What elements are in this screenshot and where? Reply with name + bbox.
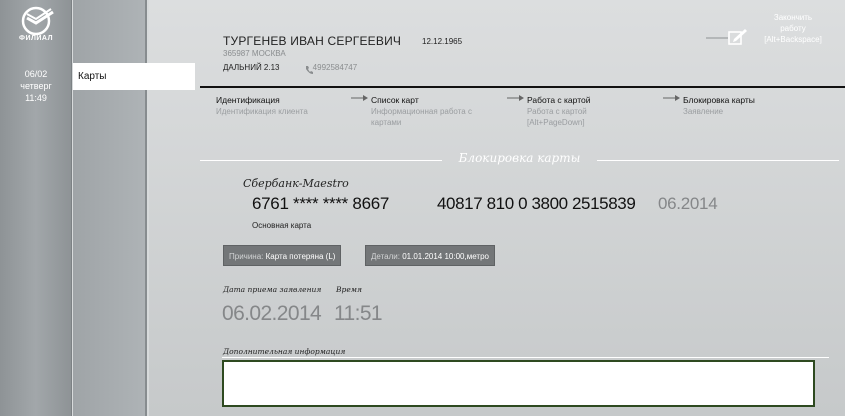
finish-work-button[interactable]: Закончить работу [Alt+Backspace] bbox=[758, 12, 828, 45]
application-time-label: Время bbox=[336, 285, 362, 294]
reason-label: Причина: bbox=[229, 252, 264, 261]
card-expiry: 06.2014 bbox=[658, 194, 718, 213]
step-title: Работа с картой bbox=[527, 95, 591, 105]
section-title: Блокировка карты bbox=[458, 151, 581, 165]
section-divider-right bbox=[597, 160, 839, 161]
details-label: Детали: bbox=[371, 252, 400, 261]
section-divider-left bbox=[200, 160, 442, 161]
step-subtitle: Заявление bbox=[683, 107, 724, 116]
step-card-work[interactable]: Работа с картой Работа с картой [Alt+Pag… bbox=[527, 95, 590, 128]
current-datetime: 06/02 четверг 11:49 bbox=[0, 68, 72, 104]
client-street: ДАЛЬНИЙ 2.13 bbox=[223, 63, 280, 72]
step-card-list[interactable]: Список карт Информационная работа с карт… bbox=[371, 95, 472, 128]
extra-info-input[interactable] bbox=[222, 360, 815, 407]
current-time: 11:49 bbox=[25, 93, 47, 103]
reason-badge[interactable]: Причина: Карта потеряна (L) bbox=[223, 245, 342, 266]
step-subtitle: Работа с картой bbox=[527, 107, 587, 116]
steps-divider bbox=[200, 86, 845, 88]
client-phone: 4992584747 bbox=[306, 63, 358, 72]
card-kind: Основная карта bbox=[252, 221, 312, 230]
step-subtitle: Идентификация клиента bbox=[216, 107, 308, 116]
client-name: ТУРГЕНЕВ ИВАН СЕРГЕЕВИЧ bbox=[223, 34, 402, 48]
step-title: Список карт bbox=[371, 95, 419, 105]
application-date-label: Дата приема заявления bbox=[223, 285, 322, 294]
step-identification[interactable]: Идентификация Идентификация клиента bbox=[216, 95, 308, 117]
left-rail bbox=[0, 0, 72, 416]
nav-item-cards[interactable]: Карты bbox=[73, 63, 195, 90]
finish-work-label-1: Закончить bbox=[773, 13, 813, 22]
current-date: 06/02 bbox=[24, 69, 48, 79]
step-title: Идентификация bbox=[216, 95, 280, 105]
step-shortcut: [Alt+PageDown] bbox=[527, 118, 585, 127]
reason-value: Карта потеряна (L) bbox=[265, 252, 336, 261]
pencil-edit-icon[interactable] bbox=[706, 28, 748, 48]
finish-work-shortcut: [Alt+Backspace] bbox=[764, 35, 822, 44]
extra-info-label: Дополнительная информация bbox=[223, 347, 346, 356]
card-number: 6761 **** **** 8667 bbox=[252, 194, 390, 213]
application-time-value: 11:51 bbox=[334, 302, 383, 325]
finish-work-label-2: работу bbox=[780, 24, 806, 33]
card-type: Сбербанк-Maestro bbox=[243, 177, 349, 190]
client-phone-number: 4992584747 bbox=[312, 63, 358, 72]
step-subtitle-2: картами bbox=[371, 118, 402, 127]
extra-info-underline bbox=[222, 357, 829, 358]
details-badge[interactable]: Детали: 01.01.2014 10:00,метро bbox=[365, 245, 495, 266]
client-address: 365987 МОСКВА bbox=[223, 49, 286, 58]
current-weekday: четверг bbox=[20, 81, 52, 91]
client-dob: 12.12.1965 bbox=[422, 37, 463, 46]
step-title: Блокировка карты bbox=[683, 95, 755, 105]
branch-label: ФИЛИАЛ bbox=[18, 35, 53, 42]
details-value: 01.01.2014 10:00,метро bbox=[402, 252, 489, 261]
application-date-value: 06.02.2014 bbox=[222, 302, 322, 325]
arrow-right-icon bbox=[663, 95, 680, 101]
card-account: 40817 810 0 3800 2515839 bbox=[437, 194, 636, 213]
step-subtitle: Информационная работа с bbox=[371, 107, 472, 116]
arrow-right-icon bbox=[507, 95, 524, 101]
step-card-block[interactable]: Блокировка карты Заявление bbox=[683, 95, 755, 117]
sberbank-logo-icon bbox=[17, 6, 55, 36]
arrow-right-icon bbox=[351, 95, 368, 101]
